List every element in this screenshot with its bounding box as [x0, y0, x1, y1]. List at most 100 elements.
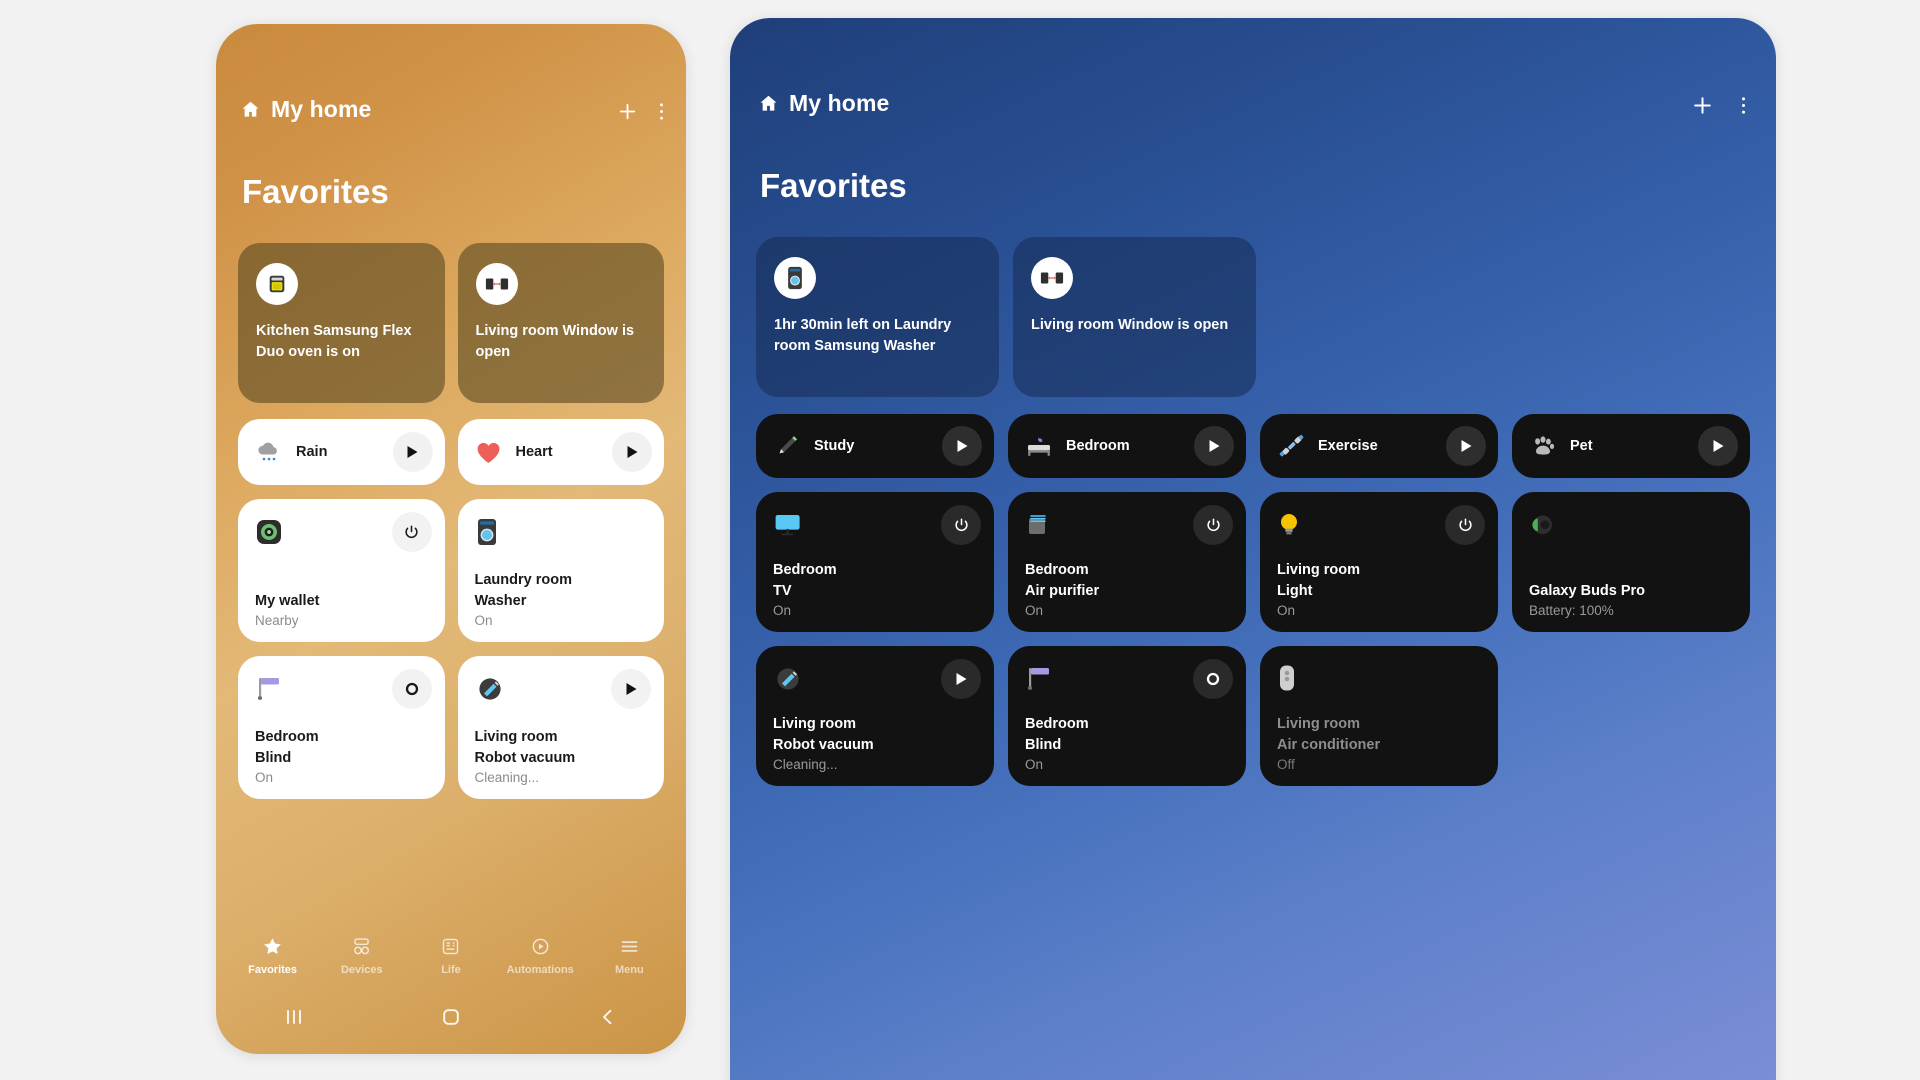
nav-label: Devices [340, 964, 383, 976]
plus-icon[interactable] [1690, 93, 1715, 118]
device-card-galaxy-buds-pro[interactable]: Galaxy Buds Pro Battery: 100% [1512, 492, 1750, 632]
scene-pill-study[interactable]: Study [756, 414, 994, 478]
notification-card[interactable]: Living room Window is open [457, 243, 664, 403]
left-device-row-1: My wallet Nearby Laundry room Washer On [238, 499, 664, 642]
heart-icon [474, 441, 504, 464]
nav-item-devices[interactable]: Devices [317, 936, 406, 976]
play-icon[interactable] [611, 669, 651, 709]
scene-pill-rain[interactable]: Rain [238, 419, 445, 485]
device-card-bedroom-blind[interactable]: Bedroom Blind On [1008, 646, 1246, 786]
device-name: Laundry room [474, 572, 572, 589]
play-icon[interactable] [612, 432, 652, 472]
device-name: Living room [1277, 562, 1360, 579]
play-icon[interactable] [1194, 426, 1234, 466]
play-icon[interactable] [1446, 426, 1486, 466]
right-home-title: My home [789, 90, 890, 116]
right-header-actions [1690, 90, 1746, 120]
scene-label: Exercise [1318, 438, 1378, 454]
window-icon [1031, 257, 1073, 299]
bed-icon [1024, 434, 1054, 458]
pencil-icon [772, 433, 802, 459]
device-state: On [1277, 603, 1296, 618]
rain-cloud-icon [254, 440, 284, 464]
notification-card[interactable]: Kitchen Samsung Flex Duo oven is on [238, 243, 445, 403]
left-device-row-2: Bedroom Blind On Living room Robot vacuu… [238, 656, 664, 799]
nav-item-menu[interactable]: Menu [585, 936, 674, 976]
right-section-title: Favorites [760, 167, 907, 204]
home-square-icon[interactable] [441, 1007, 461, 1027]
oven-icon [256, 263, 298, 305]
device-card-air-purifier[interactable]: Bedroom Air purifier On [1008, 492, 1246, 632]
device-card-laundry-washer[interactable]: Laundry room Washer On [457, 499, 664, 642]
device-card-my-wallet[interactable]: My wallet Nearby [238, 499, 445, 642]
nav-item-automations[interactable]: Automations [496, 936, 585, 976]
device-state: Battery: 100% [1529, 603, 1614, 618]
stop-icon[interactable] [391, 669, 432, 709]
device-card-robot-vacuum[interactable]: Living room Robot vacuum Cleaning... [457, 656, 664, 799]
nav-label: Menu [615, 964, 644, 976]
nav-label: Life [441, 964, 461, 976]
power-icon[interactable] [941, 505, 981, 545]
robot-vacuum-icon [773, 662, 807, 696]
play-icon[interactable] [392, 432, 433, 472]
device-name-secondary: Light [1277, 582, 1313, 599]
devices-icon [351, 936, 372, 957]
device-state: Nearby [255, 613, 299, 628]
notification-text: Living room Window is open [475, 323, 635, 360]
left-bottom-nav: Favorites Devices Life Automations Menu [216, 936, 686, 976]
device-card-robot-vacuum[interactable]: Living room Robot vacuum Cleaning... [756, 646, 994, 786]
left-system-bar [216, 994, 686, 1040]
plus-icon[interactable] [616, 100, 639, 123]
device-name-secondary: Washer [474, 592, 527, 609]
device-name-secondary: Blind [1025, 736, 1062, 753]
right-app-header: My home [758, 90, 1776, 117]
recents-icon[interactable] [283, 1007, 305, 1027]
scene-pill-heart[interactable]: Heart [457, 419, 664, 485]
right-device-grid: Bedroom TV On Bedroom Air purifier On Li… [756, 492, 1750, 786]
device-card-bedroom-tv[interactable]: Bedroom TV On [756, 492, 994, 632]
device-name: Bedroom [1025, 562, 1089, 579]
nav-item-life[interactable]: Life [406, 936, 495, 976]
left-content-grid: Kitchen Samsung Flex Duo oven is on Livi… [216, 243, 686, 799]
power-icon[interactable] [391, 512, 432, 552]
menu-icon [619, 936, 640, 957]
left-header-actions [616, 96, 664, 126]
notification-text: Kitchen Samsung Flex Duo oven is on [256, 323, 412, 360]
play-icon[interactable] [941, 659, 981, 699]
nav-label: Automations [506, 964, 574, 976]
scene-pill-pet[interactable]: Pet [1512, 414, 1750, 478]
device-state: Cleaning... [474, 770, 540, 785]
back-icon[interactable] [598, 1007, 618, 1027]
nav-item-favorites[interactable]: Favorites [228, 936, 317, 976]
power-icon[interactable] [1445, 505, 1485, 545]
scene-pill-bedroom[interactable]: Bedroom [1008, 414, 1246, 478]
more-vertical-icon[interactable] [659, 101, 664, 122]
device-state: On [1025, 757, 1044, 772]
more-vertical-icon[interactable] [1741, 94, 1746, 117]
scene-label: Pet [1570, 438, 1593, 454]
wallet-icon [255, 515, 289, 549]
home-icon [240, 99, 261, 120]
power-icon[interactable] [1193, 505, 1233, 545]
device-name-secondary: Air purifier [1025, 582, 1100, 599]
device-name: Living room [1277, 716, 1360, 733]
play-icon[interactable] [942, 426, 982, 466]
device-name-secondary: Robot vacuum [773, 736, 874, 753]
device-name: My wallet [255, 592, 320, 609]
notification-card[interactable]: 1hr 30min left on Laundry room Samsung W… [756, 237, 999, 397]
scene-pill-exercise[interactable]: Exercise [1260, 414, 1498, 478]
device-card-living-room-light[interactable]: Living room Light On [1260, 492, 1498, 632]
blind-icon [1025, 662, 1059, 696]
life-icon [440, 936, 461, 957]
device-card-air-conditioner[interactable]: Living room Air conditioner Off [1260, 646, 1498, 786]
scene-label: Heart [515, 444, 553, 460]
device-card-bedroom-blind[interactable]: Bedroom Blind On [238, 656, 445, 799]
notification-card[interactable]: Living room Window is open [1013, 237, 1256, 397]
play-icon[interactable] [1698, 426, 1738, 466]
stop-icon[interactable] [1193, 659, 1233, 699]
device-state: On [474, 613, 493, 628]
air-conditioner-icon [1277, 662, 1311, 696]
right-content-grid: 1hr 30min left on Laundry room Samsung W… [730, 237, 1776, 786]
robot-vacuum-icon [475, 672, 509, 706]
dumbbell-icon [1276, 433, 1306, 460]
